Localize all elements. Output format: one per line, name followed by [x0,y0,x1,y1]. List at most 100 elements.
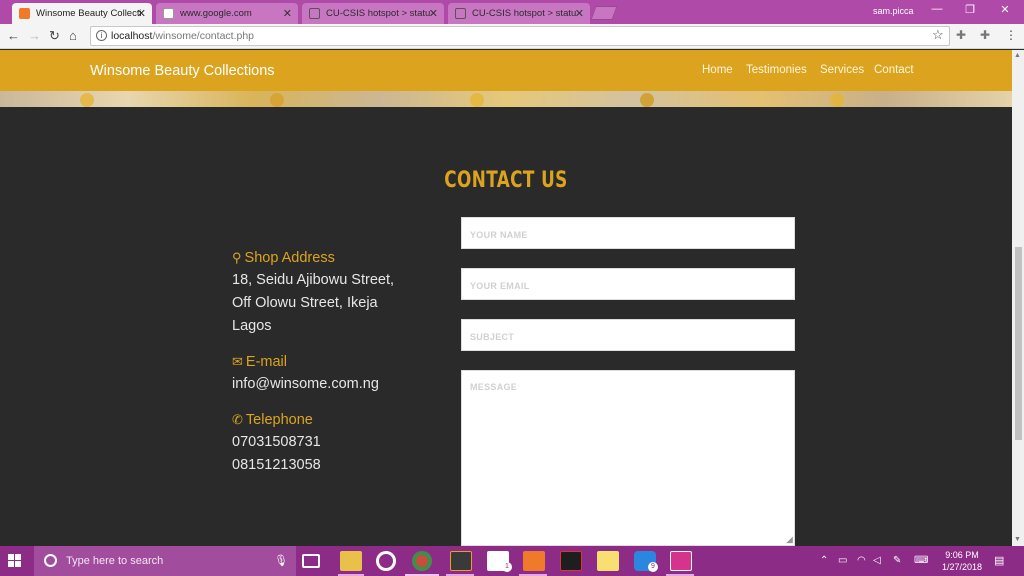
info-icon[interactable]: i [96,30,107,41]
site-navbar: Winsome Beauty Collections Home Testimon… [0,50,1012,91]
page-scrollbar[interactable]: ▲ ▼ [1012,50,1024,546]
page-favicon-icon [455,8,466,19]
banner-decoration [470,93,484,107]
action-center-icon[interactable]: ▤ [994,554,1004,567]
groove-music-icon[interactable] [376,551,396,571]
message-placeholder: MESSAGE [470,382,518,392]
reload-icon[interactable]: ↻ [49,28,60,44]
message-textarea[interactable]: MESSAGE ◢ [461,370,795,546]
extension-puzzle-icon[interactable]: ✚ [956,28,966,42]
bookmark-star-icon[interactable]: ☆ [932,27,944,43]
forward-arrow-icon[interactable]: → [28,28,41,43]
resize-grip-icon[interactable]: ◢ [787,535,793,544]
name-field[interactable]: YOUR NAME [461,217,795,249]
keyboard-icon[interactable]: ⌨ [914,555,928,566]
windows-start-icon[interactable] [8,554,22,568]
browser-tab-strip: Winsome Beauty Collecti ✕ www.google.com… [0,0,1024,24]
url-host: localhost [111,30,153,42]
tab-title: www.google.com [180,8,252,19]
acrobat-icon[interactable] [560,551,582,571]
taskbar-clock[interactable]: 9:06 PM 1/27/2018 [936,549,988,573]
new-tab-button[interactable] [590,6,618,20]
nav-home[interactable]: Home [702,64,733,76]
minimize-icon[interactable]: — [922,3,952,15]
shop-address-label: ⚲ Shop Address [232,250,335,266]
phone-icon: ✆ [232,412,243,427]
shop-address-text: Shop Address [244,250,335,266]
mail-badge: 1 [502,562,512,572]
nav-contact[interactable]: Contact [874,64,914,76]
address-line: Lagos [232,318,272,334]
instagram-icon[interactable] [670,551,692,571]
name-placeholder: YOUR NAME [470,230,528,240]
url-path: /winsome/contact.php [152,30,255,42]
page-favicon-icon [163,8,174,19]
home-icon[interactable]: ⌂ [69,28,77,43]
extension-puzzle-icon[interactable]: ✚ [980,28,990,42]
close-icon[interactable]: ✕ [283,7,292,20]
email-address: info@winsome.com.ng [232,376,379,392]
battery-icon[interactable]: ▭ [838,555,847,566]
messenger-badge: 9 [648,562,658,572]
close-icon[interactable]: ✕ [429,7,438,20]
envelope-icon: ✉ [232,354,243,369]
scrollbar-thumb[interactable] [1015,247,1022,440]
screen: Winsome Beauty Collecti ✕ www.google.com… [0,0,1024,576]
map-marker-icon: ⚲ [232,250,242,265]
nav-services[interactable]: Services [820,64,864,76]
address-bar[interactable]: i localhost/winsome/contact.php [90,26,950,46]
address-line: 18, Seidu Ajibowu Street, [232,272,395,288]
tab-winsome[interactable]: Winsome Beauty Collecti ✕ [12,3,152,24]
volume-icon[interactable]: ◁ [873,555,881,566]
banner-decoration [640,93,654,107]
telephone-label-text: Telephone [245,412,313,428]
banner-decoration [270,93,284,107]
pen-icon[interactable]: ✎ [893,555,901,566]
scroll-down-icon[interactable]: ▼ [1014,536,1021,543]
address-line: Off Olowu Street, Ikeja [232,295,378,311]
profile-name[interactable]: sam.picca [873,6,914,16]
tray-chevron-icon[interactable]: ⌃ [820,555,828,566]
menu-kebab-icon[interactable]: ⋮ [1005,28,1017,42]
close-icon[interactable]: ✕ [575,7,584,20]
sticky-notes-icon[interactable] [597,551,619,571]
page-title: CONTACT US [444,168,568,193]
tab-hotspot-2[interactable]: CU-CSIS hotspot > statu ✕ [448,3,590,24]
telephone-label: ✆ Telephone [232,412,313,428]
tab-google[interactable]: www.google.com ✕ [156,3,298,24]
subject-placeholder: SUBJECT [470,332,515,342]
sublime-text-icon[interactable] [450,551,472,571]
xampp-icon[interactable] [523,551,545,571]
clock-time: 9:06 PM [945,550,979,560]
nav-testimonies[interactable]: Testimonies [746,64,807,76]
restore-icon[interactable]: ❐ [955,3,985,16]
microphone-icon[interactable]: 🎙 [274,554,288,567]
subject-field[interactable]: SUBJECT [461,319,795,351]
site-brand[interactable]: Winsome Beauty Collections [90,63,275,79]
banner-image-strip [0,91,1012,107]
search-icon [44,554,57,567]
taskbar-search-box[interactable]: Type here to search 🎙 [34,546,296,576]
back-arrow-icon[interactable]: ← [7,28,20,43]
tab-title: Winsome Beauty Collecti [36,8,142,19]
banner-decoration [80,93,94,107]
email-label: ✉ E-mail [232,354,287,370]
tab-title: CU-CSIS hotspot > statu [472,8,577,19]
tab-title: CU-CSIS hotspot > statu [326,8,431,19]
chrome-icon[interactable] [412,551,432,571]
task-view-icon[interactable] [302,554,320,568]
email-label-text: E-mail [245,354,287,370]
scroll-up-icon[interactable]: ▲ [1014,52,1021,59]
window-close-icon[interactable]: ✕ [990,3,1020,16]
tab-hotspot-1[interactable]: CU-CSIS hotspot > statu ✕ [302,3,444,24]
file-explorer-icon[interactable] [340,551,362,571]
wifi-icon[interactable]: ◠ [857,555,866,566]
windows-taskbar: Type here to search 🎙 1 9 ⌃ ▭ ◠ ◁ ✎ ⌨ 9:… [0,546,1024,576]
clock-date: 1/27/2018 [941,562,983,572]
close-icon[interactable]: ✕ [137,7,146,20]
phone-number: 08151213058 [232,457,321,473]
email-field[interactable]: YOUR EMAIL [461,268,795,300]
email-placeholder: YOUR EMAIL [470,281,530,291]
phone-number: 07031508731 [232,434,321,450]
xampp-favicon-icon [19,8,30,19]
